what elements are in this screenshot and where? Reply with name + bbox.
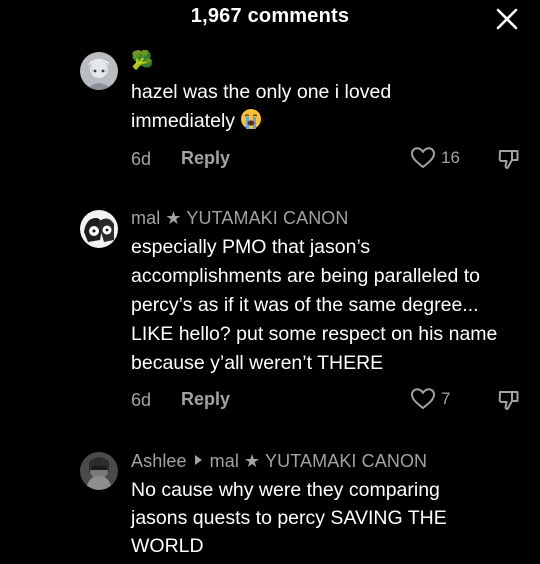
avatar-image	[80, 210, 118, 248]
thumbs-down-icon	[498, 391, 519, 410]
comment-text: especially PMO that jason’s accomplishme…	[131, 233, 531, 378]
reply-to-username[interactable]: mal ★ YUTAMAKI CANON	[210, 451, 428, 471]
dislike-button[interactable]	[496, 387, 522, 413]
comments-count-title: 1,967 comments	[190, 5, 350, 27]
comment-text: hazel was the only one i loved immediate…	[131, 78, 531, 139]
comment-line: LIKE hello? put some respect on his name	[131, 323, 498, 345]
comment-line: WORLD	[131, 535, 204, 557]
reply-arrow-icon	[194, 450, 203, 471]
comments-sheet: 1,967 comments 🥦 hazel was the only one …	[0, 0, 540, 564]
comment-line: hazel was the only one i loved	[131, 81, 392, 103]
comment-username[interactable]: 🥦	[131, 50, 154, 71]
like-count: 7	[441, 389, 451, 408]
comment-line-with-emoji: immediately	[131, 107, 531, 139]
comment-username[interactable]: mal ★ YUTAMAKI CANON	[131, 208, 349, 229]
avatar[interactable]	[80, 452, 118, 490]
avatar-image	[80, 452, 118, 490]
heart-icon	[410, 147, 436, 169]
avatar-image	[80, 52, 118, 90]
comment-line: No cause why were they comparing	[131, 479, 440, 501]
comment-line: accomplishments are being paralleled to	[131, 265, 481, 287]
like-count: 16	[441, 148, 460, 167]
comment-username-row: Ashlee mal ★ YUTAMAKI CANON	[131, 450, 427, 472]
close-button[interactable]	[494, 6, 520, 32]
comment-line: immediately	[131, 110, 236, 132]
comment-line: percy’s as if it was of the same degree.…	[131, 294, 479, 316]
avatar[interactable]	[80, 52, 118, 90]
heart-icon	[410, 388, 436, 410]
comment-timestamp: 6d	[131, 149, 152, 169]
like-button[interactable]: 7	[410, 387, 450, 411]
avatar[interactable]	[80, 210, 118, 248]
reply-button[interactable]: Reply	[181, 389, 230, 410]
close-icon	[496, 8, 518, 30]
comment-line: jasons quests to percy SAVING THE	[131, 507, 447, 529]
crying-face-icon	[240, 108, 262, 139]
reply-button[interactable]: Reply	[181, 148, 230, 169]
comment-timestamp: 6d	[131, 390, 152, 410]
comments-header: 1,967 comments	[0, 0, 540, 36]
like-button[interactable]: 16	[410, 146, 460, 170]
thumbs-down-icon	[498, 150, 519, 169]
comment-username[interactable]: Ashlee	[131, 451, 187, 471]
comment-line: because y’all weren’t THERE	[131, 352, 384, 374]
comment-line: especially PMO that jason’s	[131, 236, 371, 258]
comment-text: No cause why were they comparing jasons …	[131, 476, 531, 560]
dislike-button[interactable]	[496, 146, 522, 172]
